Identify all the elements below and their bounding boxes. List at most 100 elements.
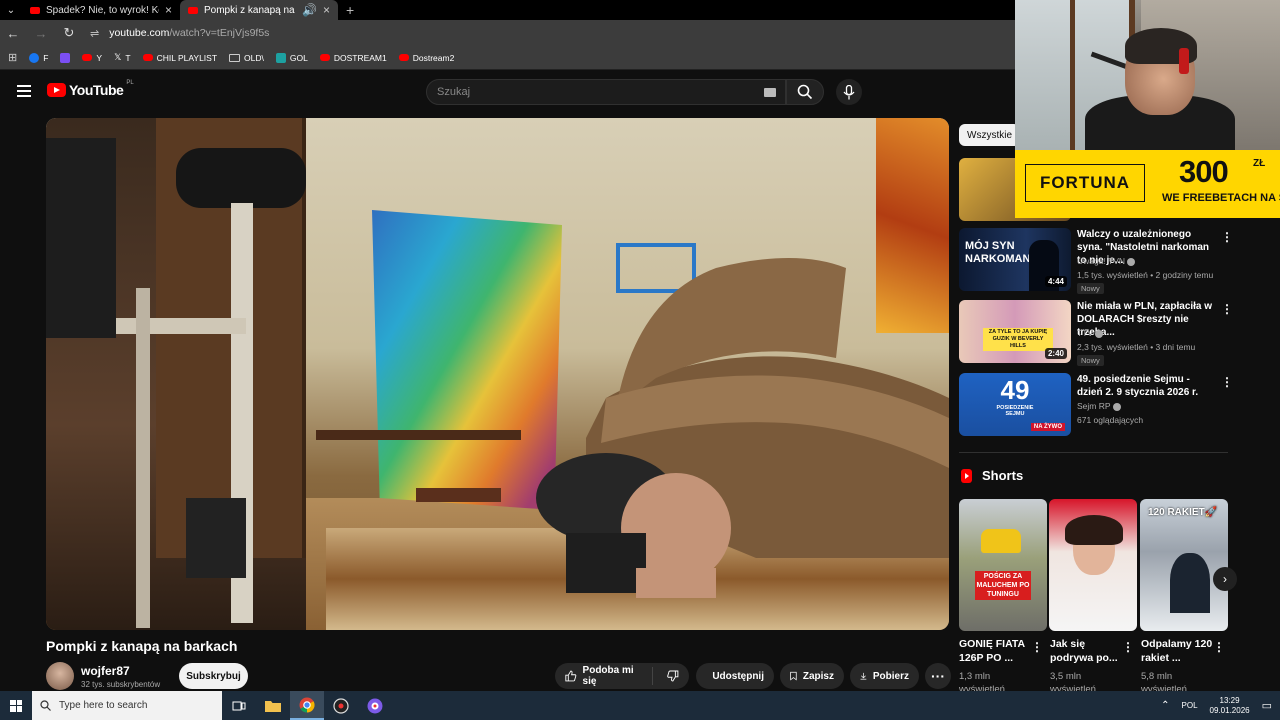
clock[interactable]: 13:29 09.01.2026	[1210, 696, 1250, 716]
voice-search-button[interactable]	[836, 79, 862, 105]
recommendation-title[interactable]: 49. posiedzenie Sejmu - dzień 2. 9 stycz…	[1077, 373, 1217, 399]
thumbnail-text: ZA TYLE TO JA KUPIĘ GUZIK W BEVERLY HILL…	[983, 328, 1053, 351]
bookmark-twitch[interactable]	[60, 52, 71, 63]
browser-tab[interactable]: Spadek? Nie, to wyrok! Kobieta ×	[22, 0, 180, 20]
more-options-icon[interactable]: ⋮	[1221, 302, 1233, 316]
language-indicator[interactable]: POL	[1182, 701, 1198, 710]
browser-tab-active[interactable]: Pompki z kanapą na barkach 🔊 ×	[180, 0, 338, 20]
channel-avatar[interactable]	[46, 662, 74, 690]
search-icon	[797, 84, 813, 100]
youtube-icon	[82, 54, 93, 61]
more-options-icon[interactable]: ⋮	[1221, 375, 1233, 389]
share-button[interactable]: Udostępnij	[696, 663, 774, 689]
audio-icon[interactable]: 🔊	[302, 3, 317, 17]
menu-icon[interactable]	[17, 85, 31, 97]
video-scene-gym-machine	[46, 138, 306, 628]
subscribe-button[interactable]: Subskrybuj	[179, 663, 248, 689]
save-button[interactable]: Zapisz	[780, 663, 844, 689]
recommendation-meta: 671 oglądających	[1077, 415, 1144, 425]
bookmark-dostream2[interactable]: Dostream2	[398, 53, 454, 63]
windows-logo-icon	[10, 699, 22, 712]
reload-icon[interactable]: ↻	[62, 25, 76, 41]
short-title[interactable]: Jak się podrywa po...	[1050, 637, 1126, 665]
recommendation-channel[interactable]: TTV	[1077, 328, 1104, 338]
short-thumbnail[interactable]: POŚCIG ZA MALUCHEM PO TUNINGU	[959, 499, 1047, 631]
like-label: Podoba mi się	[582, 665, 634, 687]
tab-search-icon[interactable]: ⌄	[0, 2, 22, 18]
more-options-icon[interactable]: ⋮	[1031, 640, 1043, 654]
forward-icon[interactable]: →	[34, 26, 48, 41]
verified-icon	[1127, 257, 1136, 266]
apps-icon[interactable]: ⊞	[8, 51, 17, 64]
tray-chevron-icon[interactable]: ⌃	[1161, 700, 1169, 711]
youtube-icon	[398, 54, 409, 61]
task-view-icon[interactable]	[222, 691, 256, 720]
sponsor-currency: ZŁ	[1253, 158, 1266, 169]
bookmark-chil-playlist[interactable]: CHIL PLAYLIST	[142, 53, 217, 63]
short-title[interactable]: GONIĘ FIATA 126P PO ...	[959, 637, 1035, 665]
taskbar-search[interactable]: Type here to search	[32, 691, 222, 720]
more-options-icon[interactable]: ⋮	[1213, 640, 1225, 654]
filter-chip-all[interactable]: Wszystkie	[959, 124, 1020, 146]
short-thumbnail[interactable]	[1049, 499, 1137, 631]
video-scene-person	[536, 453, 731, 598]
like-button[interactable]: Podoba mi się	[565, 665, 638, 687]
sponsor-amount: 300	[1179, 154, 1229, 189]
notification-icon[interactable]: ▭	[1262, 699, 1272, 712]
file-explorer-icon[interactable]	[256, 691, 290, 720]
bookmark-t[interactable]: 𝕏T	[114, 52, 130, 63]
live-badge: NA ŻYWO	[1030, 423, 1065, 431]
sponsor-logo: FORTUNA	[1025, 164, 1145, 202]
youtube-logo[interactable]: YouTube PL	[47, 80, 134, 98]
new-tab-icon[interactable]: +	[346, 2, 354, 18]
bookmark-dostream1[interactable]: DOSTREAM1	[319, 53, 387, 63]
site-info-icon[interactable]: ⇌	[90, 27, 99, 40]
keyboard-icon[interactable]	[764, 88, 776, 97]
obs-icon[interactable]	[358, 691, 392, 720]
video-player[interactable]	[46, 118, 949, 630]
more-options-icon[interactable]: ⋮	[1221, 230, 1233, 244]
bookmarks-bar: ⊞ F Y 𝕏T CHIL PLAYLIST OLD\ GOL DOSTREAM…	[0, 46, 1015, 70]
recommendation-item[interactable]: MÓJ SYN NARKOMAN 4:44 Walczy o uzależnio…	[959, 228, 1239, 294]
recommendation-meta: 2,3 tys. wyświetleń • 3 dni temu	[1077, 342, 1196, 352]
divider	[959, 452, 1228, 453]
bookmark-f[interactable]: F	[29, 52, 48, 63]
recommendation-thumbnail: 49 POSIEDZENIE SEJMU NA ŻYWO	[959, 373, 1071, 436]
recommendation-item[interactable]: 49 POSIEDZENIE SEJMU NA ŻYWO 49. posiedz…	[959, 373, 1239, 439]
dislike-button[interactable]	[667, 669, 679, 683]
thumbs-up-icon	[565, 670, 577, 682]
share-label: Udostępnij	[712, 670, 764, 682]
bookmark-y[interactable]: Y	[82, 53, 102, 63]
close-tab-icon[interactable]: ×	[165, 3, 172, 17]
system-tray: ⌃ POL 13:29 09.01.2026 ▭	[1161, 691, 1280, 720]
start-button[interactable]	[0, 691, 32, 720]
back-icon[interactable]: ←	[6, 26, 20, 41]
short-title[interactable]: Odpalamy 120 rakiet ...	[1141, 637, 1217, 665]
app-icon[interactable]	[324, 691, 358, 720]
more-options-icon[interactable]: ⋮	[1122, 640, 1134, 654]
recommendation-channel[interactable]: Sejm RP	[1077, 401, 1121, 411]
short-thumbnail[interactable]: 120 RAKIET🚀	[1140, 499, 1228, 631]
youtube-icon	[142, 54, 153, 61]
search-button[interactable]	[786, 79, 824, 105]
short-scene-person	[1170, 553, 1210, 613]
recommendation-item[interactable]: ZA TYLE TO JA KUPIĘ GUZIK W BEVERLY HILL…	[959, 300, 1239, 366]
browser-tab-bar: ⌄ Spadek? Nie, to wyrok! Kobieta × Pompk…	[0, 0, 1015, 20]
youtube-header: YouTube PL Szukaj	[0, 70, 1015, 114]
close-tab-icon[interactable]: ×	[323, 3, 330, 17]
bookmark-old[interactable]: OLD\	[229, 53, 264, 63]
search-icon	[40, 700, 51, 711]
tab-title: Pompki z kanapą na barkach	[204, 4, 296, 16]
more-actions-button[interactable]: ···	[925, 663, 951, 689]
microphone-icon	[843, 84, 855, 99]
chrome-icon[interactable]	[290, 691, 324, 720]
recommendation-channel[interactable]: Uwaga! TVN	[1077, 256, 1136, 266]
search-input[interactable]: Szukaj	[426, 79, 786, 105]
chevron-right-icon[interactable]: ›	[1213, 567, 1237, 591]
new-badge: Nowy	[1077, 283, 1104, 294]
download-button[interactable]: Pobierz	[850, 663, 919, 689]
short-thumb-text: POŚCIG ZA MALUCHEM PO TUNINGU	[975, 571, 1031, 600]
bookmark-gol[interactable]: GOL	[275, 52, 308, 63]
channel-name[interactable]: wojfer87	[81, 664, 130, 678]
url-field[interactable]: ⇌ youtube.com/watch?v=tEnjVjs9f5s	[90, 27, 269, 40]
